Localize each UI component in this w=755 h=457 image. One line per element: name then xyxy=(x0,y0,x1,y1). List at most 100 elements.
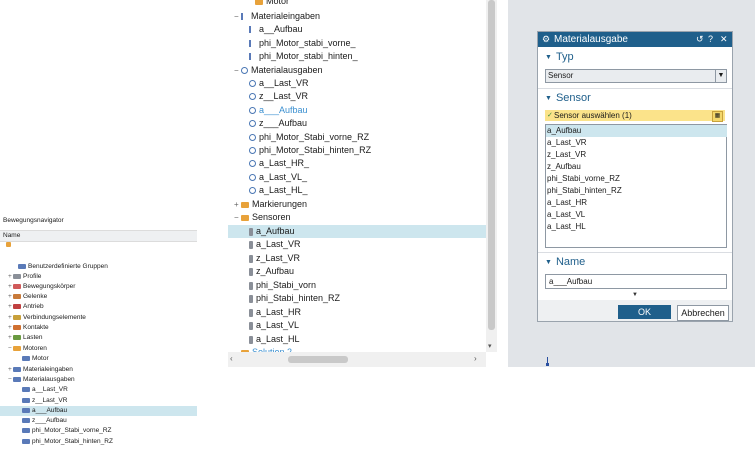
navigator-item[interactable]: + Kontakte xyxy=(8,323,49,333)
scroll-left-icon[interactable]: ‹ xyxy=(230,354,233,363)
help-icon[interactable]: ? xyxy=(708,32,713,47)
tree-node[interactable]: z_Last_VR xyxy=(242,252,300,265)
navigator-item[interactable]: a__Last_VR xyxy=(17,385,68,395)
sensor-list[interactable]: a_Aufbau a_Last_VR z_Last_VR z_Aufbau phi_St… xyxy=(545,124,727,248)
navigator-item[interactable]: phi_Motor_Stabi_hinten_RZ xyxy=(17,437,113,447)
tree-node[interactable]: + Markierungen xyxy=(234,198,307,211)
navigator-item[interactable]: + Gelenke xyxy=(8,292,47,302)
navigator-item[interactable]: + Antrieb xyxy=(8,302,44,312)
sensor-icon xyxy=(249,227,253,236)
navigator-item[interactable]: − Materialausgaben xyxy=(8,375,75,385)
navigator-column-header[interactable]: Name xyxy=(0,230,197,242)
sensor-select-row[interactable]: ✓ Sensor auswählen (1) ▦ xyxy=(545,110,725,122)
tree-node[interactable]: a_Last_HR xyxy=(242,306,301,319)
navigator-item[interactable]: − Motoren xyxy=(8,344,47,354)
navigator-item-label: phi_Motor_Stabi_vorne_RZ xyxy=(32,427,112,434)
collapse-arrow-icon: ▼ xyxy=(545,53,552,61)
tree-node-label: Materialausgaben xyxy=(251,65,323,75)
tree-node[interactable]: a___Aufbau xyxy=(242,104,308,117)
sensor-list-item[interactable]: a_Last_VL xyxy=(546,209,727,221)
gear-icon: ⚙ xyxy=(542,34,551,44)
tree-node[interactable]: phi_Motor_Stabi_vorne_RZ xyxy=(242,131,369,144)
tree-node[interactable]: phi_Motor_Stabi_hinten_RZ xyxy=(242,144,371,157)
chevron-down-icon[interactable]: ▼ xyxy=(715,70,726,82)
tree-node[interactable]: − Sensoren xyxy=(234,211,291,224)
reset-icon[interactable]: ↺ xyxy=(696,32,704,47)
navigator-item[interactable]: + Lasten xyxy=(8,333,43,343)
navigator-item-label: Lasten xyxy=(23,334,43,341)
navigator-item[interactable]: a___Aufbau xyxy=(0,406,197,416)
scroll-right-icon[interactable]: › xyxy=(474,354,477,363)
sensor-list-item[interactable]: z_Last_VR xyxy=(546,149,727,161)
tree-node[interactable]: a_Last_VL xyxy=(242,319,299,332)
material-output-icon xyxy=(241,13,248,21)
horizontal-scroll-thumb[interactable] xyxy=(288,356,348,363)
tree-node-label: Motor xyxy=(266,0,290,6)
tree-node[interactable]: a_Aufbau xyxy=(228,225,486,238)
tree-node[interactable]: z_Aufbau xyxy=(242,265,294,278)
tree-node-label: z_Aufbau xyxy=(256,266,295,276)
navigator-item[interactable]: Motor xyxy=(17,354,49,364)
item-icon xyxy=(13,314,21,320)
folder-icon xyxy=(241,201,249,208)
tree-node[interactable]: − Materialeingaben xyxy=(234,10,320,23)
tree-node[interactable]: phi_Stabi_hinten_RZ xyxy=(242,292,340,305)
item-icon xyxy=(22,417,30,423)
tree-node[interactable]: Motor xyxy=(248,0,289,8)
vertical-scrollbar[interactable]: ▾ xyxy=(486,0,497,352)
horizontal-scrollbar[interactable]: ‹ › xyxy=(228,352,486,367)
tree-node[interactable]: − Materialausgaben xyxy=(234,64,323,77)
tree-node-label: z__Last_VR xyxy=(259,91,309,101)
sensor-section-header[interactable]: ▼ Sensor xyxy=(545,92,591,104)
sensor-list-item[interactable]: a_Aufbau xyxy=(546,125,727,137)
root-folder-icon xyxy=(6,242,11,247)
navigator-item[interactable]: phi_Motor_Stabi_vorne_RZ xyxy=(17,426,112,436)
tree-node[interactable]: a__Last_VR xyxy=(242,77,309,90)
close-icon[interactable]: ✕ xyxy=(720,32,728,47)
tree-node[interactable]: a_Last_HR_ xyxy=(242,157,309,170)
tree-node[interactable]: a_Last_HL_ xyxy=(242,184,308,197)
sensor-list-item[interactable]: a_Last_HR xyxy=(546,197,727,209)
item-icon xyxy=(13,273,21,279)
name-section-header[interactable]: ▼ Name xyxy=(545,256,585,268)
sensor-list-item[interactable]: z_Aufbau xyxy=(546,161,727,173)
tree-node[interactable]: phi_Motor_stabi_hinten_ xyxy=(242,50,358,63)
navigator-item[interactable]: z__Last_VR xyxy=(17,396,67,406)
expand-toggle-icon[interactable]: − xyxy=(234,211,241,224)
expand-toggle-icon[interactable]: − xyxy=(234,10,241,23)
expand-toggle-icon[interactable]: + xyxy=(234,198,241,211)
navigator-item[interactable]: + Materialeingaben xyxy=(8,365,73,375)
sensor-list-item[interactable]: a_Last_HL xyxy=(546,221,727,233)
scroll-down-icon[interactable]: ▾ xyxy=(488,342,492,350)
more-options-icon[interactable]: ▼ xyxy=(632,292,638,298)
dialog-title: Materialausgabe xyxy=(554,34,628,45)
sensor-list-item[interactable]: phi_Stabi_hinten_RZ xyxy=(546,185,727,197)
tree-node[interactable]: z__Last_VR xyxy=(242,90,308,103)
materialausgabe-dialog: ⚙ Materialausgabe ↺ ? ✕ ▼ Typ Sensor ▼ ▼ S… xyxy=(537,31,733,322)
cancel-button[interactable]: Abbrechen xyxy=(677,305,729,321)
tree-node[interactable]: a_Last_VR xyxy=(242,238,301,251)
ok-button[interactable]: OK xyxy=(618,305,671,319)
navigator-item[interactable]: Benutzerdefinierte Gruppen xyxy=(13,262,108,272)
select-object-icon[interactable]: ▦ xyxy=(712,111,723,122)
typ-section-header[interactable]: ▼ Typ xyxy=(545,51,574,63)
tree-node[interactable]: a_Last_VL_ xyxy=(242,171,307,184)
expand-toggle-icon[interactable]: − xyxy=(234,64,241,77)
name-input[interactable]: a___Aufbau xyxy=(545,274,727,289)
navigator-item[interactable]: + Profile xyxy=(8,272,41,282)
navigator-item-label: Benutzerdefinierte Gruppen xyxy=(28,263,108,270)
typ-select[interactable]: Sensor ▼ xyxy=(545,69,727,83)
navigator-item[interactable]: + Bewegungskörper xyxy=(8,282,75,292)
vertical-scroll-thumb[interactable] xyxy=(488,0,495,330)
tree-node-label: a_Last_VR xyxy=(256,239,301,249)
tree-node[interactable]: phi_Stabi_vorn xyxy=(242,279,316,292)
sensor-list-item[interactable]: a_Last_VR xyxy=(546,137,727,149)
tree-node[interactable]: a__Aufbau xyxy=(242,23,303,36)
tree-node[interactable]: a_Last_HL xyxy=(242,333,300,346)
navigator-item-label: Antrieb xyxy=(23,303,44,310)
tree-node[interactable]: phi_Motor_stabi_vorne_ xyxy=(242,37,356,50)
tree-node[interactable]: z___Aufbau xyxy=(242,117,307,130)
navigator-item[interactable]: + Verbindungselemente xyxy=(8,313,86,323)
sensor-list-item[interactable]: phi_Stabi_vorne_RZ xyxy=(546,173,727,185)
navigator-item[interactable]: z___Aufbau xyxy=(17,416,67,426)
